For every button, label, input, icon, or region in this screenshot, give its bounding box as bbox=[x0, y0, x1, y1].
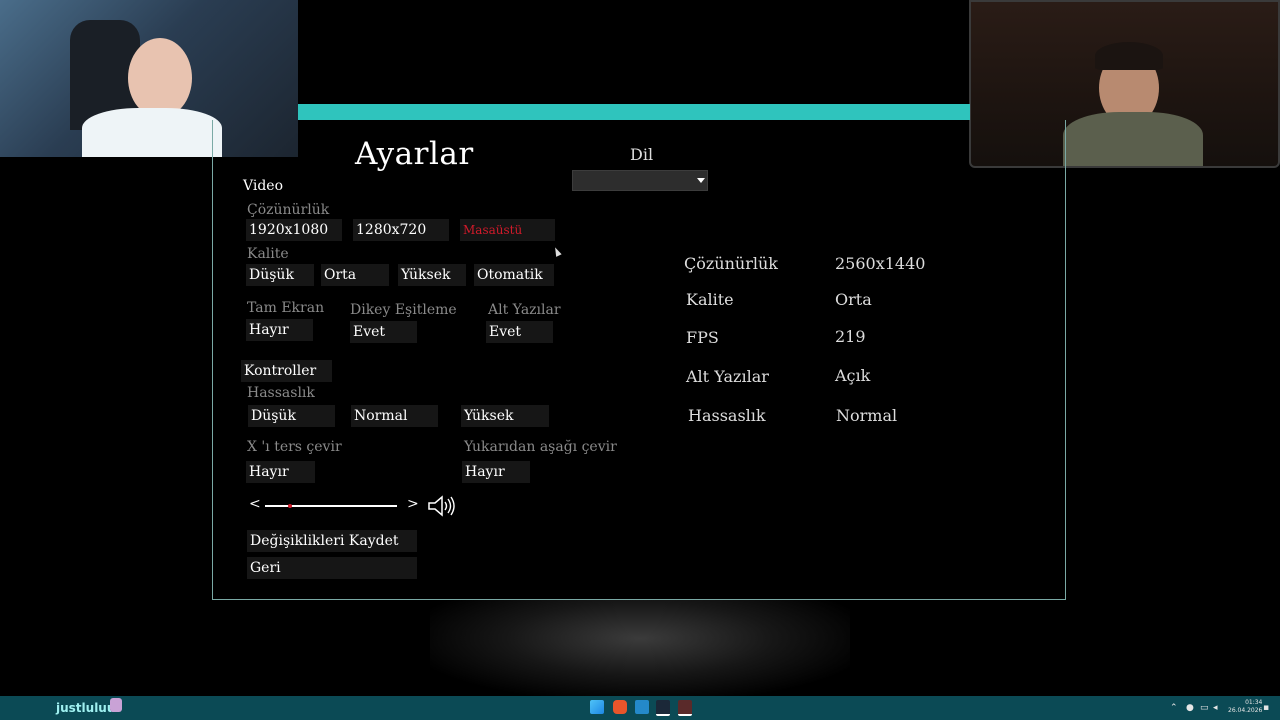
steam-icon[interactable] bbox=[656, 700, 670, 716]
language-dropdown[interactable] bbox=[572, 170, 708, 191]
info-subtitles-value: Açık bbox=[835, 366, 871, 385]
network-icon[interactable]: ▭ bbox=[1200, 696, 1209, 720]
invert-x-label: X 'ı ters çevir bbox=[247, 439, 342, 455]
subtitles-label: Alt Yazılar bbox=[488, 302, 561, 318]
language-label: Dil bbox=[630, 145, 654, 164]
sensitivity-option-high[interactable]: Yüksek bbox=[461, 405, 549, 427]
video-section-title: Video bbox=[243, 178, 284, 194]
streamer-username: justluluu bbox=[56, 701, 116, 715]
save-changes-button[interactable]: Değişiklikleri Kaydet bbox=[247, 530, 417, 552]
quality-label: Kalite bbox=[247, 246, 289, 262]
resolution-label: Çözünürlük bbox=[247, 202, 330, 218]
info-resolution-value: 2560x1440 bbox=[835, 254, 926, 273]
resolution-option-desktop[interactable]: Masaüstü bbox=[460, 219, 555, 241]
microphone-icon[interactable]: ● bbox=[1186, 696, 1194, 720]
game-app-icon[interactable] bbox=[678, 700, 692, 716]
vscode-icon[interactable] bbox=[635, 700, 649, 714]
info-fps-value: 219 bbox=[835, 327, 866, 346]
invert-y-label: Yukarıdan aşağı çevir bbox=[464, 439, 617, 455]
windows-start-icon[interactable] bbox=[590, 700, 604, 714]
speaker-icon[interactable] bbox=[427, 495, 457, 517]
avatar bbox=[110, 698, 122, 712]
info-resolution-label: Çözünürlük bbox=[684, 254, 778, 273]
volume-decrease-button[interactable]: < bbox=[249, 496, 261, 512]
volume-increase-button[interactable]: > bbox=[407, 496, 419, 512]
back-button[interactable]: Geri bbox=[247, 557, 417, 579]
quality-option-low[interactable]: Düşük bbox=[246, 264, 314, 286]
top-accent-bar bbox=[298, 104, 970, 120]
invert-y-toggle[interactable]: Hayır bbox=[462, 461, 530, 483]
controls-section-title: Kontroller bbox=[241, 360, 332, 382]
subtitles-toggle[interactable]: Evet bbox=[486, 321, 553, 343]
volume-tray-icon[interactable]: ◂ bbox=[1213, 696, 1218, 720]
volume-slider[interactable] bbox=[265, 504, 397, 508]
quality-option-medium[interactable]: Orta bbox=[321, 264, 389, 286]
resolution-option-1920[interactable]: 1920x1080 bbox=[246, 219, 342, 241]
sensitivity-option-low[interactable]: Düşük bbox=[248, 405, 335, 427]
settings-panel bbox=[212, 120, 1066, 600]
info-sensitivity-label: Hassaslık bbox=[688, 406, 766, 425]
invert-x-toggle[interactable]: Hayır bbox=[246, 461, 315, 483]
fullscreen-label: Tam Ekran bbox=[247, 300, 325, 316]
sensitivity-label: Hassaslık bbox=[247, 385, 315, 401]
chevron-down-icon bbox=[697, 178, 705, 183]
info-fps-label: FPS bbox=[686, 328, 719, 347]
chevron-up-icon[interactable]: ⌃ bbox=[1170, 696, 1178, 720]
system-clock[interactable]: 01:34 26.04.2026 bbox=[1228, 699, 1262, 715]
resolution-option-1280[interactable]: 1280x720 bbox=[353, 219, 449, 241]
info-quality-value: Orta bbox=[835, 290, 872, 309]
quality-option-auto[interactable]: Otomatik bbox=[474, 264, 554, 286]
page-title: Ayarlar bbox=[355, 136, 474, 172]
vsync-toggle[interactable]: Evet bbox=[350, 321, 417, 343]
notification-icon[interactable]: ▪ bbox=[1263, 696, 1269, 720]
fullscreen-toggle[interactable]: Hayır bbox=[246, 319, 313, 341]
vsync-label: Dikey Eşitleme bbox=[350, 302, 457, 318]
brave-browser-icon[interactable] bbox=[613, 700, 627, 714]
info-sensitivity-value: Normal bbox=[836, 406, 898, 425]
quality-option-high[interactable]: Yüksek bbox=[398, 264, 466, 286]
sensitivity-option-normal[interactable]: Normal bbox=[351, 405, 438, 427]
person-left bbox=[128, 38, 192, 118]
background-figure bbox=[430, 600, 850, 696]
info-subtitles-label: Alt Yazılar bbox=[686, 367, 769, 386]
info-quality-label: Kalite bbox=[686, 290, 734, 309]
